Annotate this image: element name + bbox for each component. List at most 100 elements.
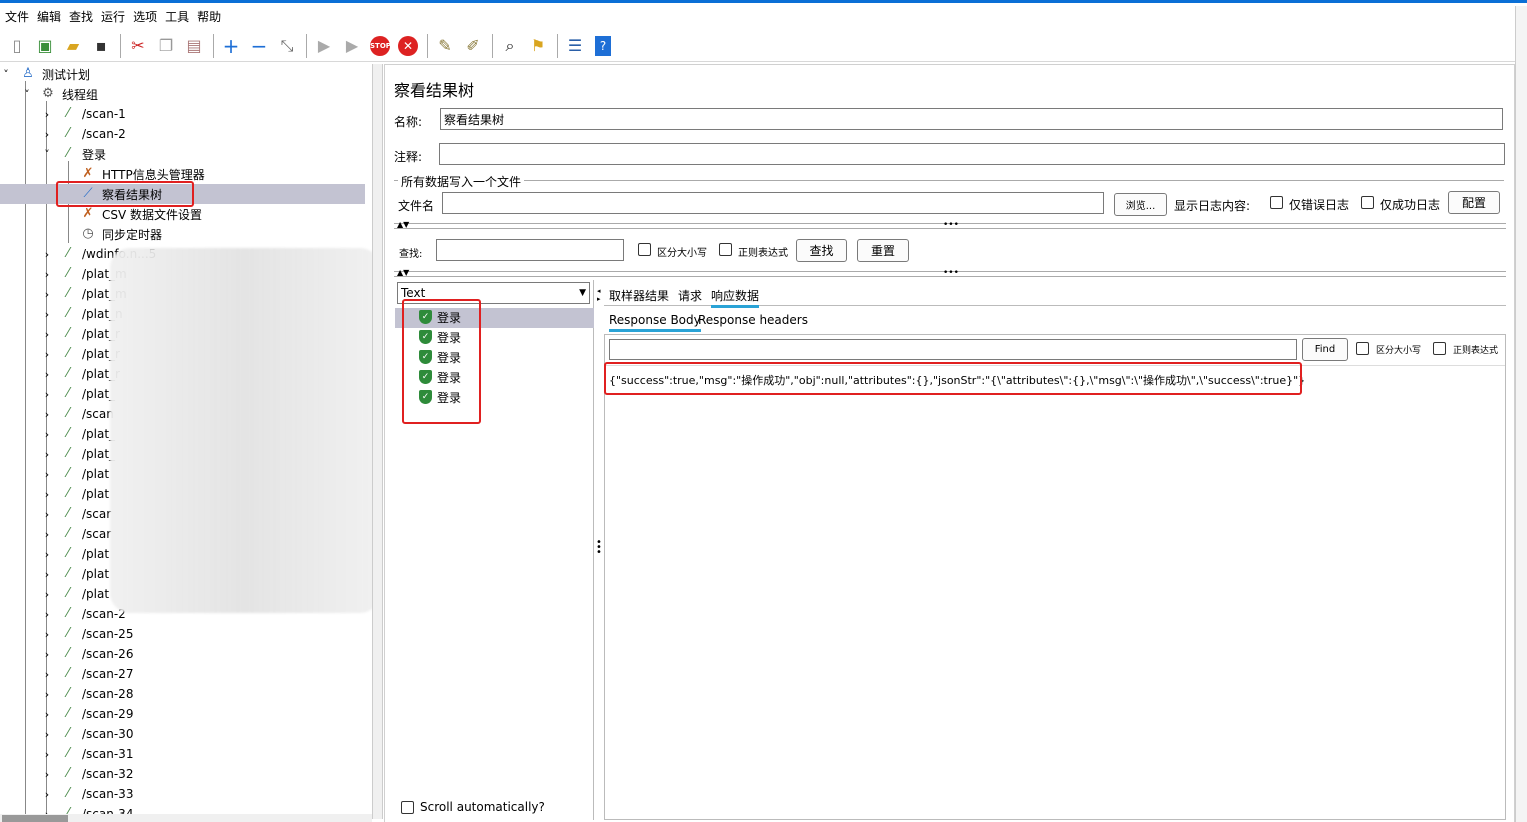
menu-help[interactable]: 帮助	[194, 8, 226, 25]
chevron-right-icon[interactable]: ›	[41, 568, 53, 581]
divider-grip-icon[interactable]: •••	[943, 268, 959, 278]
menu-options[interactable]: 选项	[130, 8, 162, 25]
tree-node-sampler[interactable]: › ⁄ /scan-25	[0, 624, 365, 644]
tree-node-sampler[interactable]: › ⁄ /scan-33	[0, 784, 365, 804]
chevron-right-icon[interactable]: ›	[41, 548, 53, 561]
start-no-pause-icon[interactable]: ▶	[339, 33, 365, 59]
divider-grip-icon[interactable]: •••	[943, 220, 959, 230]
subtab-response-body[interactable]: Response Body	[609, 313, 701, 332]
tree-vertical-scrollbar[interactable]	[372, 64, 383, 819]
shutdown-icon[interactable]: ✕	[395, 33, 421, 59]
scroll-auto-checkbox[interactable]	[401, 800, 414, 814]
chevron-right-icon[interactable]: ›	[41, 768, 53, 781]
success-only-checkbox[interactable]	[1361, 196, 1374, 209]
templates-icon[interactable]: ▣	[32, 33, 58, 59]
comment-input[interactable]	[439, 143, 1505, 165]
toggle-icon[interactable]: ⤡	[274, 33, 300, 59]
chevron-right-icon[interactable]: ›	[41, 448, 53, 461]
errors-only-checkbox[interactable]	[1270, 196, 1283, 209]
chevron-right-icon[interactable]: ›	[41, 308, 53, 321]
chevron-right-icon[interactable]: ›	[41, 488, 53, 501]
new-icon[interactable]: ▯	[4, 33, 30, 59]
name-input[interactable]: 察看结果树	[440, 108, 1503, 130]
chevron-right-icon[interactable]: ›	[41, 528, 53, 541]
chevron-right-icon[interactable]: ›	[41, 248, 53, 261]
subtab-response-headers[interactable]: Response headers	[698, 313, 808, 327]
divider-arrows-icon[interactable]: ▲▼	[397, 268, 409, 277]
chevron-right-icon[interactable]: ›	[41, 788, 53, 801]
reset-search-icon[interactable]: ⚑	[525, 33, 551, 59]
chevron-right-icon[interactable]: ›	[41, 368, 53, 381]
tree-node-sampler[interactable]: › ⁄ /scan-28	[0, 684, 365, 704]
chevron-down-icon[interactable]: ˅	[21, 88, 33, 101]
chevron-right-icon[interactable]: ›	[41, 508, 53, 521]
tree-node-sampler[interactable]: › ⁄/scan-34	[0, 804, 365, 814]
response-find-button[interactable]: Find	[1302, 338, 1348, 361]
save-icon[interactable]: ▪	[88, 33, 114, 59]
tree-node-login[interactable]: ˅ ⁄ 登录	[0, 144, 365, 164]
tree-node-sampler[interactable]: › ⁄ /scan-29	[0, 704, 365, 724]
tree-node-sampler[interactable]: › ⁄ /scan-31	[0, 744, 365, 764]
chevron-right-icon[interactable]: ›	[41, 408, 53, 421]
chevron-down-icon[interactable]: ˅	[41, 148, 53, 161]
search-input[interactable]	[436, 239, 624, 261]
start-icon[interactable]: ▶	[311, 33, 337, 59]
tree-node-sync-timer[interactable]: ◷ 同步定时器	[0, 224, 365, 244]
chevron-right-icon[interactable]: ›	[41, 328, 53, 341]
paste-icon[interactable]: ▤	[181, 33, 207, 59]
tab-response-data[interactable]: 响应数据	[711, 287, 760, 308]
menu-tools[interactable]: 工具	[162, 8, 194, 25]
response-regex-checkbox[interactable]	[1433, 342, 1446, 355]
chevron-down-icon[interactable]: ˅	[0, 68, 12, 81]
search-icon[interactable]: ⌕	[497, 33, 523, 59]
menu-run[interactable]: 运行	[98, 8, 130, 25]
clear-icon[interactable]: ✎	[432, 33, 458, 59]
divider-arrows-icon[interactable]: ▲▼	[397, 220, 409, 229]
response-case-checkbox[interactable]	[1356, 342, 1369, 355]
splitter-arrows-icon[interactable]: ◂ ▸	[597, 287, 601, 303]
tab-sampler-result[interactable]: 取样器结果	[609, 287, 669, 304]
filename-input[interactable]	[442, 192, 1104, 214]
tree-node-sampler[interactable]: › ⁄ /scan-2	[0, 124, 365, 144]
case-sensitive-checkbox[interactable]	[638, 243, 651, 256]
find-button[interactable]: 查找	[796, 239, 847, 262]
chevron-right-icon[interactable]: ›	[41, 708, 53, 721]
tree-node-sampler[interactable]: › ⁄ /scan-26	[0, 644, 365, 664]
tree-node-sampler[interactable]: › ⁄ /scan-27	[0, 664, 365, 684]
tree-node-csv-config[interactable]: ✗ CSV 数据文件设置	[0, 204, 365, 224]
clear-all-icon[interactable]: ✐	[460, 33, 486, 59]
chevron-right-icon[interactable]: ›	[41, 108, 53, 121]
tab-request[interactable]: 请求	[678, 287, 702, 304]
chevron-right-icon[interactable]: ›	[41, 428, 53, 441]
menu-file[interactable]: 文件	[2, 8, 34, 25]
tree-node-sampler[interactable]: › ⁄ /scan-32	[0, 764, 365, 784]
chevron-right-icon[interactable]: ›	[41, 268, 53, 281]
chevron-right-icon[interactable]: ›	[41, 128, 53, 141]
chevron-right-icon[interactable]: ›	[41, 388, 53, 401]
chevron-right-icon[interactable]: ›	[41, 668, 53, 681]
splitter-grip-icon[interactable]: • • •	[596, 538, 602, 558]
config-button[interactable]: 配置	[1448, 191, 1500, 214]
chevron-right-icon[interactable]: ›	[41, 648, 53, 661]
chevron-right-icon[interactable]: ›	[41, 608, 53, 621]
chevron-right-icon[interactable]: ›	[41, 748, 53, 761]
tree-node-sampler[interactable]: › ⁄ /scan-30	[0, 724, 365, 744]
chevron-right-icon[interactable]: ›	[41, 468, 53, 481]
open-icon[interactable]: ▰	[60, 33, 86, 59]
function-helper-icon[interactable]: ☰	[562, 33, 588, 59]
scroll-auto-option[interactable]: Scroll automatically?	[401, 800, 545, 814]
browse-button[interactable]: 浏览...	[1114, 193, 1167, 216]
chevron-right-icon[interactable]: ›	[41, 628, 53, 641]
regex-checkbox[interactable]	[719, 243, 732, 256]
help-icon[interactable]: ?	[590, 33, 616, 59]
expand-icon[interactable]: +	[218, 33, 244, 59]
tree-node-sampler[interactable]: › ⁄ /scan-1	[0, 104, 365, 124]
stop-icon[interactable]: STOP	[367, 33, 393, 59]
collapse-icon[interactable]: −	[246, 33, 272, 59]
chevron-right-icon[interactable]: ›	[41, 588, 53, 601]
menu-edit[interactable]: 编辑	[34, 8, 66, 25]
response-find-input[interactable]	[609, 339, 1297, 360]
menu-search[interactable]: 查找	[66, 8, 98, 25]
chevron-right-icon[interactable]: ›	[41, 288, 53, 301]
chevron-right-icon[interactable]: ›	[41, 728, 53, 741]
